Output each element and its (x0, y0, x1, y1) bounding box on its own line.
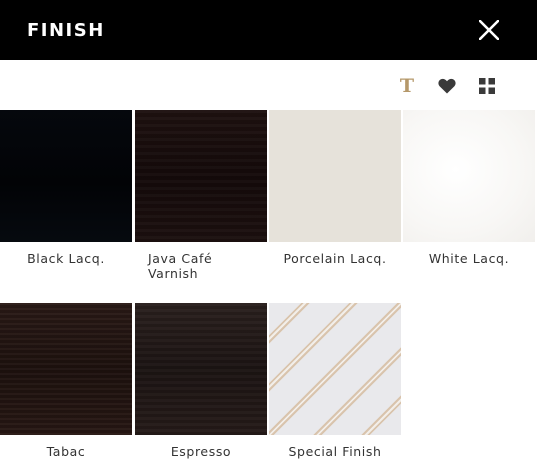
finish-option-porcelain-lacq[interactable]: Porcelain Lacq. (269, 110, 401, 266)
finish-option-black-lacq[interactable]: Black Lacq. (0, 110, 132, 266)
finish-option-java-cafe-varnish[interactable]: Java Café Varnish (135, 110, 267, 281)
swatch-label: White Lacq. (428, 251, 510, 266)
swatch-image (135, 110, 267, 242)
text-icon[interactable]: T (397, 76, 417, 96)
grid-view-button[interactable] (477, 76, 497, 96)
favorites-button[interactable] (437, 76, 457, 96)
grid-icon (479, 78, 495, 94)
swatch-image (269, 303, 401, 435)
swatch-label: Java Café Varnish (148, 251, 213, 281)
close-icon (479, 20, 499, 40)
finish-option-tabac[interactable]: Tabac (0, 303, 132, 459)
swatch-image (269, 110, 401, 242)
finish-option-special-finish[interactable]: Special Finish (269, 303, 401, 459)
swatch-label: Espresso (170, 444, 232, 459)
close-button[interactable] (470, 11, 508, 49)
swatch-label: Porcelain Lacq. (283, 251, 387, 266)
swatch-image (135, 303, 267, 435)
finish-option-white-lacq[interactable]: White Lacq. (403, 110, 535, 266)
heart-icon (438, 78, 456, 94)
swatch-label: Tabac (46, 444, 86, 459)
swatch-label: Black Lacq. (27, 251, 105, 266)
page-title: FINISH (27, 19, 105, 41)
swatch-image (0, 303, 132, 435)
finish-panel-header: FINISH (0, 0, 537, 60)
swatch-label: Special Finish (288, 444, 382, 459)
finish-option-espresso[interactable]: Espresso (135, 303, 267, 459)
swatch-image (403, 110, 535, 242)
view-toolbar: T (397, 70, 497, 102)
swatch-image (0, 110, 132, 242)
